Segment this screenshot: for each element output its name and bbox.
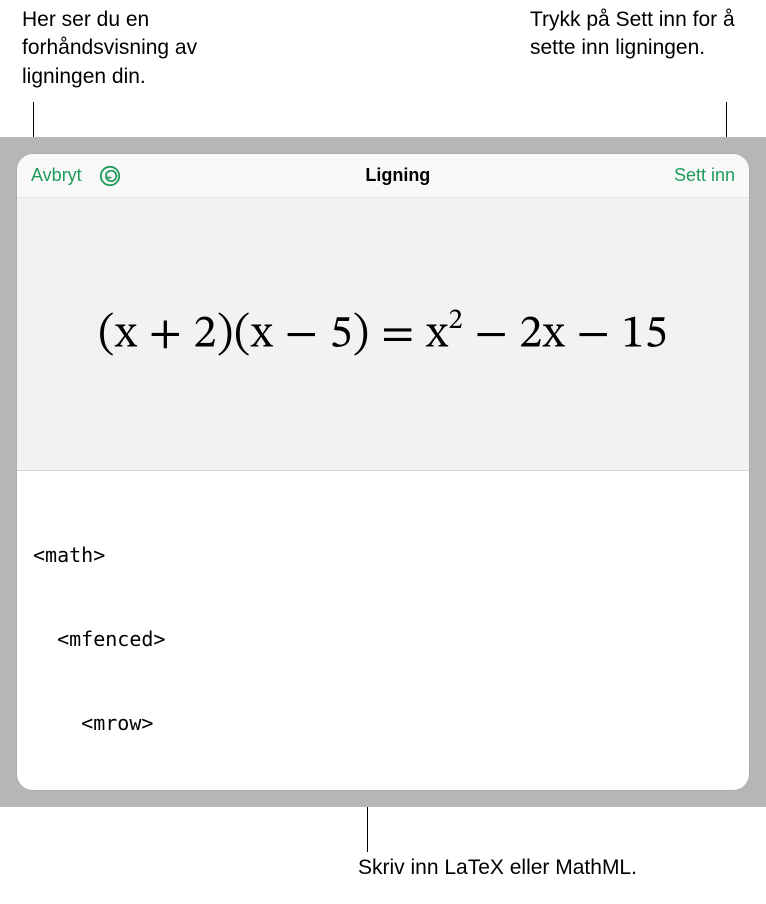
code-line: <mrow> [33, 709, 733, 737]
undo-icon[interactable] [98, 164, 122, 188]
equation-code-editor[interactable]: <math> <mfenced> <mrow> <mi>x</mi> <mo>+… [17, 471, 749, 790]
code-line: <mfenced> [33, 625, 733, 653]
screenshot-frame: Avbryt Ligning Sett inn (x + 2)(x − 5) =… [0, 137, 766, 807]
dialog-toolbar: Avbryt Ligning Sett inn [17, 154, 749, 198]
callout-insert: Trykk på Sett inn for å sette inn lignin… [530, 6, 750, 63]
equation-preview: (x + 2)(x − 5) = x2 − 2x − 15 [17, 198, 749, 471]
equation-rendered: (x + 2)(x − 5) = x2 − 2x − 15 [98, 305, 668, 363]
insert-button[interactable]: Sett inn [674, 165, 735, 186]
code-line: <math> [33, 541, 733, 569]
callout-editor: Skriv inn LaTeX eller MathML. [358, 854, 718, 882]
callout-preview: Her ser du en forhåndsvisning av ligning… [22, 6, 282, 91]
dialog-title: Ligning [365, 165, 430, 186]
cancel-button[interactable]: Avbryt [31, 165, 82, 186]
equation-dialog: Avbryt Ligning Sett inn (x + 2)(x − 5) =… [17, 154, 749, 790]
toolbar-left-group: Avbryt [31, 164, 122, 188]
editor-fade [17, 772, 749, 790]
